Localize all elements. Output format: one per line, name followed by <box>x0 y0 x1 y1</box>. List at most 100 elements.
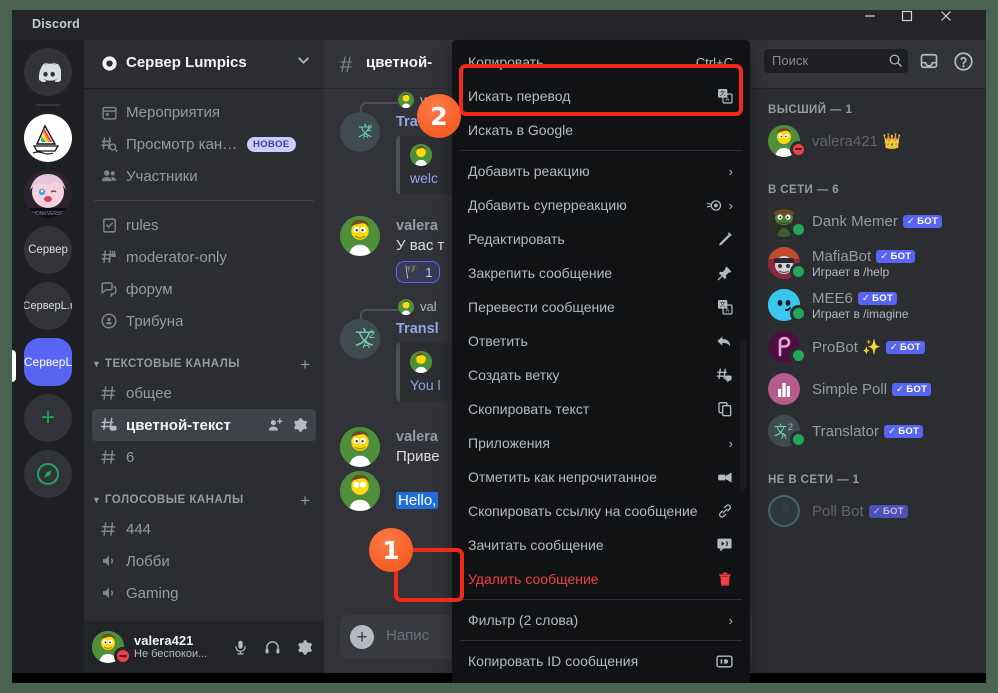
create-invite-icon[interactable] <box>267 417 284 434</box>
sidebar-channel-rules[interactable]: rules <box>92 209 316 241</box>
context-menu-item-edit[interactable]: Редактировать <box>460 223 742 255</box>
member-row[interactable]: ProBot ✨ ✓ БОТ <box>760 326 978 368</box>
plus-circle-icon[interactable]: + <box>350 625 374 649</box>
sidebar-channel-forum[interactable]: форум <box>92 273 316 305</box>
id-icon <box>716 654 733 669</box>
gear-icon[interactable] <box>290 633 318 661</box>
context-menu-item-pin[interactable]: Закрепить сообщение <box>460 257 742 289</box>
guild-honkverse[interactable]: HONKVERSE <box>24 170 72 218</box>
sidebar-divider <box>94 200 314 201</box>
sidebar-channel-obshchee[interactable]: общее <box>92 377 316 409</box>
sidebar-channel-gaming[interactable]: Gaming <box>92 577 316 609</box>
sidebar-channel-cvetnoy-tekst[interactable]: цветной-текст <box>92 409 316 441</box>
context-menu-item-filter[interactable]: Фильтр (2 слова) › <box>460 604 742 636</box>
sidebar-item-members[interactable]: Участники <box>92 160 316 192</box>
avatar[interactable] <box>340 216 380 256</box>
sidebar-item-browse-channels[interactable]: Просмотр канал... НОВОЕ <box>92 128 316 160</box>
window-title: Discord <box>32 17 80 31</box>
avatar[interactable] <box>340 471 380 511</box>
context-menu-item-reply[interactable]: Ответить <box>460 325 742 357</box>
microphone-icon[interactable] <box>226 633 254 661</box>
bot-badge-label: БОТ <box>906 383 928 395</box>
avatar[interactable]: 文 A 2 <box>340 319 380 359</box>
member-name: Dank Memer ✓ БОТ <box>812 213 943 230</box>
context-menu-item-create-thread-label: Создать ветку <box>468 367 560 383</box>
sidebar-channel-6[interactable]: 6 <box>92 441 316 473</box>
channel-list: Мероприятия Просмотр канал... НОВОЕ Учас… <box>84 88 324 673</box>
maximize-button[interactable] <box>901 10 941 40</box>
minimize-button[interactable] <box>864 10 904 40</box>
reply-icon <box>716 333 733 350</box>
context-menu-item-speak-message[interactable]: Зачитать сообщение <box>460 529 742 561</box>
inbox-icon[interactable] <box>916 48 942 74</box>
status-online-indicator <box>790 263 807 280</box>
close-button[interactable] <box>940 10 980 40</box>
help-icon[interactable] <box>950 48 976 74</box>
context-menu-item-apps[interactable]: Приложения › <box>460 427 742 459</box>
context-menu-item-create-thread[interactable]: Создать ветку <box>460 359 742 391</box>
server-header[interactable]: Сервер Lumpics <box>84 40 324 88</box>
context-menu-item-copy-message-id[interactable]: Копировать ID сообщения <box>460 645 742 677</box>
avatar[interactable]: 文 A 2 <box>340 112 380 152</box>
member-name-text: MafiaBot <box>812 247 872 265</box>
member-row[interactable]: valera421 👑 <box>760 120 978 162</box>
add-text-channel-button[interactable]: + <box>300 356 310 373</box>
svg-text:A: A <box>725 97 729 103</box>
context-menu-item-delete-message[interactable]: Удалить сообщение <box>460 563 742 595</box>
svg-text:2: 2 <box>368 123 373 133</box>
member-row[interactable]: Simple Poll ✓ БОТ <box>760 368 978 410</box>
avatar[interactable] <box>340 427 380 467</box>
reaction-count: 1 <box>425 264 433 280</box>
add-voice-channel-button[interactable]: + <box>300 492 310 509</box>
category-text-channels[interactable]: ▼ ТЕКСТОВЫЕ КАНАЛЫ + <box>92 351 316 377</box>
sidebar-channel-lobby[interactable]: Лобби <box>92 545 316 577</box>
edit-channel-gear-icon[interactable] <box>292 417 308 434</box>
bot-badge: ✓ БОТ <box>902 214 943 228</box>
member-row[interactable]: Dank Memer ✓ БОТ <box>760 200 978 242</box>
context-menu-divider <box>460 599 742 600</box>
context-menu-item-copy-text[interactable]: Скопировать текст <box>460 393 742 425</box>
context-menu-item-copy-text-label: Скопировать текст <box>468 401 590 417</box>
plus-icon: + <box>40 404 55 431</box>
context-menu-item-copy[interactable]: Копировать Ctrl+C <box>460 46 742 78</box>
context-menu-item-translate-message[interactable]: Перевести сообщение 文A <box>460 291 742 323</box>
user-panel: valera421 Не беспокои... <box>84 621 324 673</box>
member-name: Simple Poll ✓ БОТ <box>812 381 932 398</box>
guild-rainbow-ship[interactable] <box>24 114 72 162</box>
guild-serverlr-label: СерверL.r <box>24 300 72 312</box>
member-row[interactable]: 文A2 Translator ✓ БОТ <box>760 410 978 452</box>
translator-bot-icon: 文 A 2 <box>345 117 375 147</box>
guild-serverlr[interactable]: СерверL.r <box>24 282 72 330</box>
context-menu-scrollbar[interactable] <box>740 340 747 490</box>
context-menu-item-add-reaction[interactable]: Добавить реакцию › <box>460 155 742 187</box>
search-input[interactable]: Поиск <box>764 49 908 73</box>
sidebar-item-events[interactable]: Мероприятия <box>92 96 316 128</box>
sidebar-channel-moderator-only[interactable]: moderator-only <box>92 241 316 273</box>
sidebar-channel-444[interactable]: 444 <box>92 513 316 545</box>
member-row[interactable]: MEE6 ✓ БОТ Играет в /imagine <box>760 284 978 326</box>
category-voice-channels[interactable]: ▼ ГОЛОСОВЫЕ КАНАЛЫ + <box>92 487 316 513</box>
context-menu-item-search-translation[interactable]: Искать перевод 文A <box>460 80 742 112</box>
member-name-text: Translator <box>812 422 879 440</box>
member-row[interactable]: MafiaBot ✓ БОТ Играет в /help <box>760 242 978 284</box>
guild-server[interactable]: Сервер <box>24 226 72 274</box>
context-menu-item-add-superreaction[interactable]: Добавить суперреакцию › <box>460 189 742 221</box>
context-menu-item-mark-unread[interactable]: Отметить как непрочитанное <box>460 461 742 493</box>
member-name: Poll Bot ✓ БОТ <box>812 503 908 520</box>
reaction-emoji: 🏴 <box>404 264 421 279</box>
message-reaction[interactable]: 🏴 1 <box>396 261 441 283</box>
check-icon: ✓ <box>887 425 897 437</box>
guild-serverl-selected[interactable]: СерверL <box>24 338 72 386</box>
discord-home-button[interactable] <box>24 48 72 96</box>
context-menu-item-copy-message-link[interactable]: Скопировать ссылку на сообщение <box>460 495 742 527</box>
member-row[interactable]: Poll Bot ✓ БОТ <box>760 490 978 532</box>
add-server-button[interactable]: + <box>24 394 72 442</box>
status-dnd-indicator <box>790 141 807 158</box>
context-menu-item-search-google[interactable]: Искать в Google <box>460 114 742 146</box>
explore-servers-button[interactable] <box>24 450 72 498</box>
status-dnd-indicator <box>114 647 132 665</box>
crown-icon: 👑 <box>882 133 902 150</box>
context-menu-item-delete-message-label: Удалить сообщение <box>468 571 599 587</box>
sidebar-channel-stage[interactable]: Трибуна <box>92 305 316 337</box>
headset-icon[interactable] <box>258 633 286 661</box>
